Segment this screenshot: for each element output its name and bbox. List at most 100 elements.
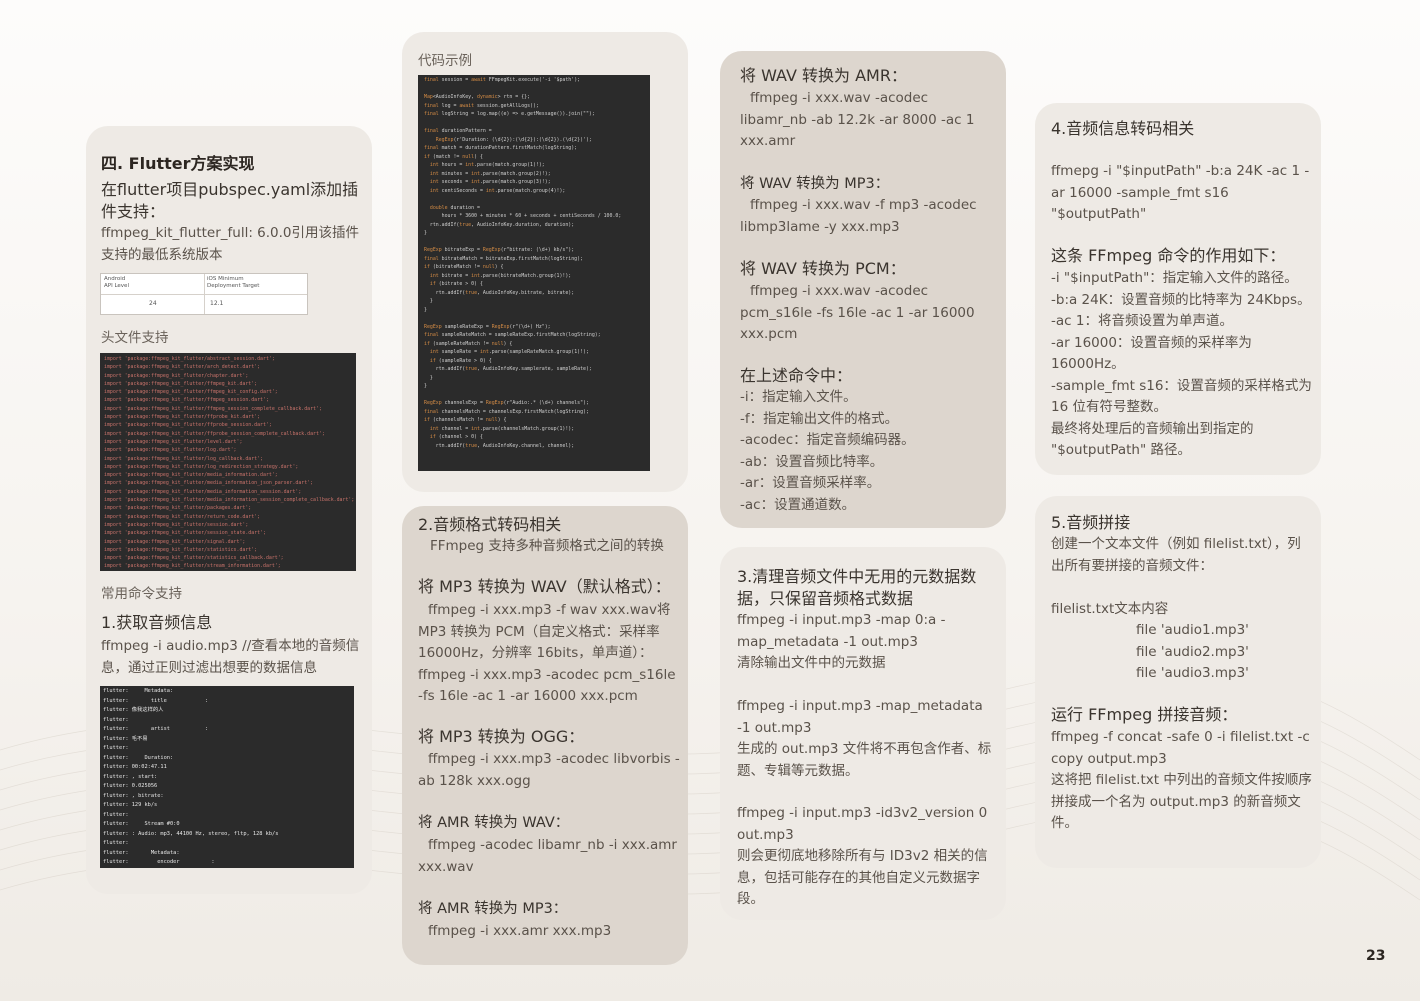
- concat-intro: 创建一个文本文件（例如 filelist.txt），列出所有要拼接的音频文件：: [1051, 536, 1301, 574]
- table-value-android: 24: [149, 300, 157, 307]
- code-line: rtn.addIf(true, AudioInfoKey.bitrate, bi…: [424, 289, 575, 296]
- clean-title: 3.清理音频文件中无用的元数据数据，只保留音频格式数据: [737, 567, 977, 608]
- code-example-label: 代码示例: [418, 53, 472, 69]
- console-output-screenshot: flutter: Metadata: flutter: title : flutte…: [100, 686, 354, 868]
- import-line: import 'package:ffmpeg_kit_flutter/signa…: [104, 538, 246, 545]
- audio-concat-card: 5.音频拼接 创建一个文本文件（例如 filelist.txt），列出所有要拼接…: [1035, 496, 1321, 868]
- code-line: int minutes = int.parse(match.group(2)!)…: [429, 170, 551, 177]
- option-item: -acodec：指定音频编码器。: [740, 432, 915, 448]
- code-line: final durationPattern =: [424, 128, 492, 134]
- import-line: import 'package:ffmpeg_kit_flutter/media…: [104, 497, 355, 504]
- code-line: }: [424, 230, 427, 236]
- table-divider: [101, 294, 307, 295]
- console-line: flutter: 00:02:47.11: [103, 764, 167, 770]
- clean-cmd-3: ffmpeg -i input.mp3 -id3v2_version 0 out…: [737, 805, 988, 843]
- info-command: ffmepg -i "$inputPath" -b:a 24K -ac 1 -a…: [1051, 163, 1310, 222]
- clean-cmd-1: ffmpeg -i input.mp3 -map 0:a -map_metada…: [737, 612, 946, 650]
- in-above-title: 在上述命令中：: [740, 366, 853, 385]
- wav-to-mp3-text: ffmpeg -i xxx.wav -f mp3 -acodec libmp3l…: [740, 197, 977, 235]
- code-line: if (match != null) {: [424, 153, 483, 160]
- code-line: }: [424, 383, 427, 389]
- clean-desc-2: 生成的 out.mp3 文件将不再包含作者、标题、专辑等元数据。: [737, 741, 992, 779]
- wav-to-amr-text: ffmpeg -i xxx.wav -acodec libamr_nb -ab …: [740, 90, 975, 149]
- import-line: import 'package:ffmpeg_kit_flutter/log_c…: [104, 455, 263, 462]
- import-line: import 'package:ffmpeg_kit_flutter/ffpro…: [104, 430, 325, 437]
- console-line: flutter:: [103, 745, 129, 751]
- console-line: flutter:: [103, 840, 129, 846]
- code-line: if (bitrate > 0) {: [429, 281, 483, 287]
- table-header-android: Android API Level: [104, 276, 129, 289]
- clean-desc-1: 清除输出文件中的元数据: [737, 655, 886, 671]
- wav-to-amr-title: 将 WAV 转换为 AMR：: [740, 66, 907, 85]
- console-line: flutter: Metadata:: [103, 688, 174, 694]
- console-line: flutter:: [103, 716, 129, 723]
- console-line: flutter: : Audio: mp3, 44100 Hz, stereo,…: [103, 830, 279, 837]
- import-line: import 'package:ffmpeg_kit_flutter/log_r…: [104, 463, 299, 470]
- effect-item: -ar 16000：设置音频的采样率为 16000Hz。: [1051, 334, 1252, 373]
- amr-to-mp3-title: 将 AMR 转换为 MP3：: [418, 901, 568, 917]
- import-line: import 'package:ffmpeg_kit_flutter/ffpro…: [104, 414, 261, 421]
- code-line: rtn.addIf(true, AudioInfoKey.duration, d…: [424, 221, 575, 228]
- wav-to-pcm-text: ffmpeg -i xxx.wav -acodec pcm_s16le -fs …: [740, 283, 975, 342]
- effect-item: -sample_fmt s16：设置音频的采样格式为 16 位有符号整数。: [1051, 377, 1312, 416]
- page-number: 23: [1366, 948, 1386, 964]
- code-line: final channelsMatch = channelsExp.firstM…: [424, 408, 589, 415]
- import-line: import 'package:ffmpeg_kit_flutter/ffmpe…: [104, 405, 322, 412]
- effect-title: 这条 FFmpeg 命令的作用如下：: [1051, 246, 1286, 265]
- code-line: final sampleRateMatch = sampleRateExp.fi…: [424, 332, 601, 338]
- flutter-implementation-card: 四. Flutter方案实现 在flutter项目pubspec.yaml添加插…: [86, 126, 372, 894]
- code-line: if (bitrateMatch != null) {: [424, 264, 504, 270]
- commands-label: 常用命令支持: [101, 586, 182, 602]
- wav-to-mp3-title: 将 WAV 转换为 MP3：: [740, 176, 890, 192]
- import-line: import 'package:ffmpeg_kit_flutter/ffmpe…: [104, 389, 278, 396]
- info-title: 4.音频信息转码相关: [1051, 119, 1195, 138]
- format-title: 2.音频格式转码相关: [418, 515, 562, 534]
- code-line: }: [424, 374, 433, 381]
- console-line: flutter: 129 kb/s: [103, 802, 158, 808]
- amr-to-wav-title: 将 AMR 转换为 WAV：: [418, 815, 570, 831]
- table-header-ios: iOS Minimum Deployment Target: [207, 276, 260, 289]
- code-line: int sampleRate = int.parse(sampleRateMat…: [429, 349, 589, 355]
- code-line: RegExp sampleRateExp = RegExp(r"(\d+) Hz…: [424, 323, 551, 330]
- code-line: Map<AudioInfoKey, dynamic> rtn = {};: [424, 94, 531, 100]
- format-intro: FFmpeg 支持多种音频格式之间的转换: [430, 538, 664, 554]
- import-line: import 'package:ffmpeg_kit_flutter/ffmpe…: [104, 380, 258, 387]
- console-line: flutter: 0.025056: [103, 783, 158, 789]
- clean-cmd-2: ffmpeg -i input.mp3 -map_metadata -1 out…: [737, 698, 983, 736]
- code-line: if (channelsMatch != null) {: [424, 417, 507, 423]
- code-line: int bitrate = int.parse(bitrateMatch.gro…: [429, 272, 572, 279]
- filelist-line: file 'audio1.mp3': [1136, 622, 1249, 638]
- filelist-label: filelist.txt文本内容: [1051, 601, 1169, 617]
- console-line: flutter: 像我这样的人: [103, 707, 164, 713]
- headers-label: 头文件支持: [101, 330, 169, 346]
- amr-to-mp3-text: ffmpeg -i xxx.amr xxx.mp3: [428, 923, 612, 939]
- section-title: 四. Flutter方案实现: [101, 154, 255, 173]
- code-line: RegExp(r'Duration: (\d{2}):(\d{2}):(\d{2…: [435, 136, 592, 143]
- code-line: }: [424, 306, 427, 313]
- filelist-line: file 'audio3.mp3': [1136, 665, 1249, 681]
- code-line: if (channel > 0) {: [429, 434, 483, 440]
- effect-item: -i "$inputPath"：指定输入文件的路径。: [1051, 270, 1298, 286]
- effect-item: -ac 1：将音频设置为单声道。: [1051, 313, 1233, 329]
- import-line: import 'package:ffmpeg_kit_flutter/sessi…: [104, 530, 266, 537]
- console-line: flutter:: [103, 811, 129, 818]
- wav-conversion-card: 将 WAV 转换为 AMR： ffmpeg -i xxx.wav -acodec…: [720, 51, 1006, 528]
- console-line: flutter: Metadata:: [103, 849, 180, 856]
- filelist-line: file 'audio2.mp3': [1136, 644, 1249, 660]
- code-line: rtn.addIf(true, AudioInfoKey.samplerate,…: [424, 366, 592, 372]
- code-line: int channel = int.parse(channelsMatch.gr…: [429, 425, 575, 432]
- run-description: 这将把 filelist.txt 中列出的音频文件按顺序拼接成一个名为 outp…: [1051, 772, 1312, 831]
- mp3-to-wav-text: ffmpeg -i xxx.mp3 -f wav xxx.wav将MP3 转换为…: [418, 602, 676, 704]
- option-item: -ac：设置通道数。: [740, 497, 856, 513]
- code-example-card: 代码示例 final session = await FFmpegKit.exe…: [402, 32, 688, 492]
- get-info-text: ffmpeg -i audio.mp3 //查看本地的音频信息，通过正则过滤出想…: [101, 638, 360, 676]
- run-command: ffmpeg -f concat -safe 0 -i filelist.txt…: [1051, 729, 1310, 767]
- pubspec-heading: 在flutter项目pubspec.yaml添加插件支持：: [101, 180, 359, 221]
- import-line: import 'package:ffmpeg_kit_flutter/packa…: [104, 505, 252, 512]
- console-line: flutter: 毛不易: [103, 735, 148, 742]
